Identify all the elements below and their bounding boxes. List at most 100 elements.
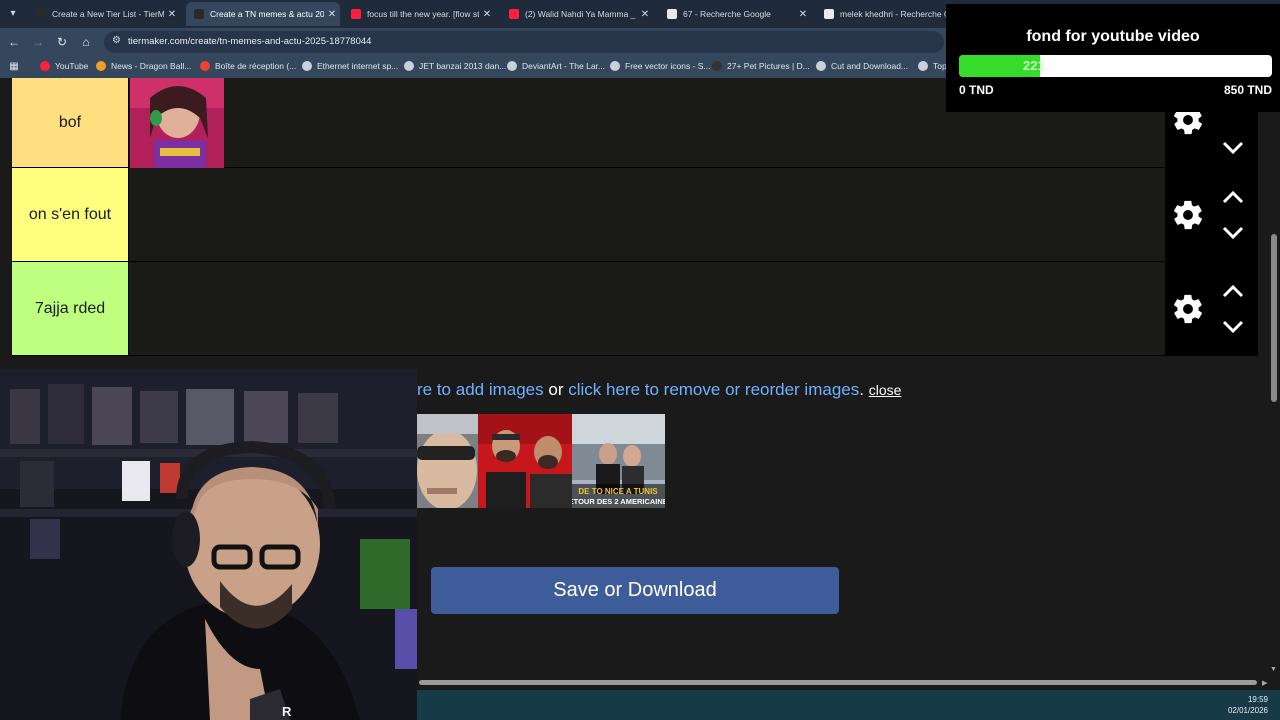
- tier-label[interactable]: bof: [12, 78, 129, 167]
- browser-tab[interactable]: Create a New Tier List - TierMaker✕: [28, 2, 180, 26]
- bookmark-favicon-icon: [816, 61, 826, 71]
- bookmark-item[interactable]: Top: [918, 61, 947, 71]
- tier-controls: [1165, 168, 1258, 261]
- tier-label[interactable]: on s'en fout: [12, 168, 129, 261]
- thumbnail-caption-1: DE TO NICE A TUNIS: [578, 487, 658, 496]
- tab-favicon-icon: [351, 9, 361, 19]
- clock-time: 19:59: [1247, 695, 1268, 704]
- forward-icon[interactable]: →: [30, 34, 46, 50]
- tier-drop-zone[interactable]: [130, 168, 1165, 261]
- browser-tab[interactable]: melek khedhri - Recherche Google: [816, 2, 946, 26]
- apps-grid-icon[interactable]: ▦: [6, 59, 22, 75]
- browser-tab[interactable]: (2) Walid Nahdi Ya Mamma _ B ✕: [501, 2, 653, 26]
- bookmark-label: Top: [933, 61, 947, 71]
- horizontal-scroll-thumb[interactable]: [419, 680, 1257, 685]
- close-link[interactable]: close: [869, 382, 902, 398]
- bookmark-label: YouTube: [55, 61, 89, 71]
- bookmark-favicon-icon: [40, 61, 50, 71]
- bookmark-favicon-icon: [200, 61, 210, 71]
- tab-title: melek khedhri - Recherche Google: [840, 9, 946, 19]
- move-tier-down-chevron-icon[interactable]: [1221, 140, 1245, 156]
- bookmark-item[interactable]: Ethernet internet sp...: [302, 61, 398, 71]
- bookmark-item[interactable]: YouTube: [40, 61, 88, 71]
- tier-drop-zone[interactable]: [130, 262, 1165, 355]
- bookmark-favicon-icon: [712, 61, 722, 71]
- taskbar-clock[interactable]: 19:59 02/01/2026: [1228, 694, 1268, 716]
- browser-tab[interactable]: focus till the new year. [flow state]✕: [343, 2, 495, 26]
- reload-icon[interactable]: ↻: [54, 34, 70, 50]
- or-text: or: [548, 380, 564, 399]
- scroll-right-arrow-icon[interactable]: ▶: [1262, 679, 1267, 687]
- bookmark-label: News - Dragon Ball...: [111, 61, 192, 71]
- tab-close-icon[interactable]: ✕: [795, 9, 811, 20]
- tab-favicon-icon: [194, 9, 204, 19]
- bookmark-favicon-icon: [507, 61, 517, 71]
- tab-close-icon[interactable]: ✕: [324, 9, 340, 20]
- horizontal-scrollbar[interactable]: [417, 678, 1272, 688]
- remove-reorder-images-link[interactable]: click here to remove or reorder images: [568, 380, 859, 399]
- donation-max-label: 850 TND: [1223, 83, 1272, 97]
- tab-title: focus till the new year. [flow state]: [367, 9, 479, 19]
- bookmark-label: 27+ Pet Pictures | D...: [727, 61, 810, 71]
- bookmark-favicon-icon: [918, 61, 928, 71]
- browser-tab[interactable]: 67 - Recherche Google ✕: [659, 2, 811, 26]
- move-tier-up-chevron-icon[interactable]: [1221, 283, 1245, 299]
- tier-settings-gear-icon[interactable]: [1171, 198, 1205, 232]
- vertical-scroll-thumb[interactable]: [1271, 234, 1277, 402]
- bookmark-item[interactable]: 27+ Pet Pictures | D...: [712, 61, 810, 71]
- bookmark-label: Boîte de réception (...: [215, 61, 297, 71]
- donation-min-label: 0 TND: [959, 83, 994, 97]
- tab-favicon-icon: [509, 9, 519, 19]
- period-text: .: [859, 380, 864, 399]
- clock-date: 02/01/2026: [1227, 706, 1268, 715]
- tier-label[interactable]: 7ajja rded: [12, 262, 129, 355]
- tab-title: (2) Walid Nahdi Ya Mamma _ B: [525, 9, 637, 19]
- webcam-overlay: R: [0, 369, 417, 720]
- thumbnail-caption-2: RETOUR DES 2 AMERICAINES: [572, 497, 665, 506]
- tab-favicon-icon: [824, 9, 834, 19]
- tab-close-icon[interactable]: ✕: [637, 9, 653, 20]
- bookmark-label: Cut and Download...: [831, 61, 909, 71]
- tab-title: Create a New Tier List - TierMaker: [52, 9, 164, 19]
- address-bar[interactable]: ⚙ tiermaker.com/create/tn-memes-and-actu…: [104, 31, 944, 53]
- home-icon[interactable]: ⌂: [78, 34, 94, 50]
- bookmark-item[interactable]: News - Dragon Ball...: [96, 61, 191, 71]
- image-thumbnail[interactable]: [417, 414, 478, 508]
- bookmark-label: DeviantArt - The Lar...: [522, 61, 605, 71]
- tier-row: on s'en fout: [12, 168, 1258, 262]
- move-tier-down-chevron-icon[interactable]: [1221, 225, 1245, 241]
- site-info-icon[interactable]: ⚙: [112, 35, 121, 46]
- tab-search-icon[interactable]: ▾: [4, 5, 22, 23]
- tab-close-icon[interactable]: ✕: [164, 9, 180, 20]
- url-text: tiermaker.com/create/tn-memes-and-actu-2…: [128, 36, 372, 47]
- bookmark-item[interactable]: Free vector icons - S...: [610, 61, 711, 71]
- vertical-scrollbar[interactable]: ▼: [1268, 78, 1280, 678]
- add-images-link[interactable]: re to add images: [417, 380, 544, 399]
- browser-tab[interactable]: Create a TN memes & actu 2025 ✕: [186, 2, 340, 26]
- svg-text:R: R: [282, 704, 292, 719]
- bookmark-item[interactable]: Boîte de réception (...: [200, 61, 296, 71]
- image-thumbnail[interactable]: DE TO NICE A TUNIS RETOUR DES 2 AMERICAI…: [572, 414, 665, 508]
- bookmark-favicon-icon: [96, 61, 106, 71]
- scroll-down-arrow-icon[interactable]: ▼: [1270, 666, 1277, 673]
- bookmark-label: Free vector icons - S...: [625, 61, 711, 71]
- tab-favicon-icon: [36, 9, 46, 19]
- move-tier-up-chevron-icon[interactable]: [1221, 189, 1245, 205]
- bookmark-item[interactable]: JET banzai 2013 dan...: [404, 61, 506, 71]
- move-tier-down-chevron-icon[interactable]: [1221, 319, 1245, 335]
- tier-settings-gear-icon[interactable]: [1171, 292, 1205, 326]
- donation-progress-bar: 221: [959, 55, 1272, 77]
- bookmark-item[interactable]: Cut and Download...: [816, 61, 908, 71]
- image-thumbnail[interactable]: [478, 414, 572, 508]
- donation-current-value: 221: [1023, 58, 1045, 73]
- bookmark-label: Ethernet internet sp...: [317, 61, 399, 71]
- back-icon[interactable]: ←: [6, 34, 22, 50]
- bookmark-item[interactable]: DeviantArt - The Lar...: [507, 61, 605, 71]
- tab-title: Create a TN memes & actu 2025: [210, 9, 324, 19]
- tab-close-icon[interactable]: ✕: [479, 9, 495, 20]
- tier-item-image[interactable]: [130, 78, 224, 168]
- image-links-line: re to add images or click here to remove…: [417, 380, 901, 400]
- save-or-download-button[interactable]: Save or Download: [431, 567, 839, 614]
- bookmark-favicon-icon: [302, 61, 312, 71]
- donation-title: fond for youtube video: [1026, 28, 1200, 45]
